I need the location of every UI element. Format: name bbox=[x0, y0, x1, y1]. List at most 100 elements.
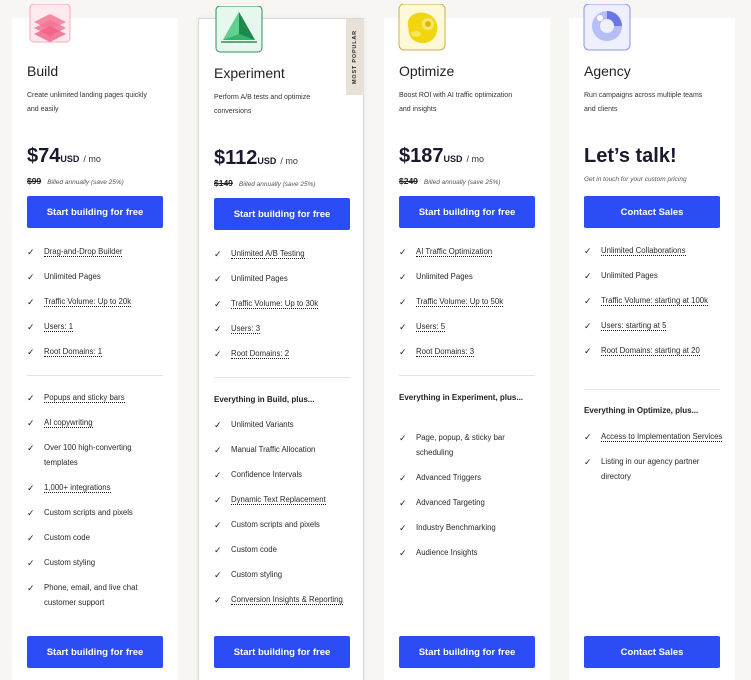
check-icon: ✓ bbox=[399, 297, 407, 307]
check-icon: ✓ bbox=[399, 347, 407, 357]
feature-label: Audience Insights bbox=[416, 548, 478, 557]
feature-item: ✓ Traffic Volume: starting at 100k bbox=[584, 293, 724, 308]
feature-item: ✓ Custom styling bbox=[214, 567, 354, 582]
feature-item: ✓ Custom styling bbox=[27, 555, 167, 570]
check-icon: ✓ bbox=[584, 321, 592, 331]
orbit-icon bbox=[583, 3, 631, 52]
feature-tooltip-link[interactable]: Traffic Volume: Up to 30k bbox=[231, 299, 319, 309]
check-icon: ✓ bbox=[27, 347, 35, 357]
feature-tooltip-link[interactable]: Root Domains: 1 bbox=[44, 347, 103, 357]
check-icon: ✓ bbox=[214, 545, 222, 555]
start-building-button[interactable]: Start building for free bbox=[27, 636, 163, 668]
feature-tooltip-link[interactable]: Access to Implementation Services bbox=[601, 432, 723, 442]
contact-sales-button[interactable]: Contact Sales bbox=[584, 196, 720, 228]
feature-tooltip-link[interactable]: Users: 5 bbox=[416, 322, 446, 332]
feature-label: Industry Benchmarking bbox=[416, 523, 496, 532]
billing-note: Billed annually (save 25%) bbox=[47, 179, 124, 186]
divider bbox=[399, 375, 535, 376]
start-building-button[interactable]: Start building for free bbox=[214, 198, 350, 230]
plan-name: Build bbox=[27, 63, 59, 79]
feature-label: Advanced Triggers bbox=[416, 473, 482, 482]
check-icon: ✓ bbox=[584, 296, 592, 306]
feature-item: ✓ Drag-and-Drop Builder bbox=[27, 244, 167, 259]
feature-item: ✓ Unlimited Pages bbox=[399, 269, 539, 284]
plan-price: $74USD / mo bbox=[27, 145, 101, 168]
start-building-button[interactable]: Start building for free bbox=[399, 196, 535, 228]
feature-tooltip-link[interactable]: Unlimited Collaborations bbox=[601, 246, 686, 256]
plan-description: Create unlimited landing pages quickly a… bbox=[27, 92, 147, 113]
plan-name: Optimize bbox=[399, 63, 455, 79]
feature-label: Advanced Targeting bbox=[416, 498, 485, 507]
feature-tooltip-link[interactable]: AI Traffic Optimization bbox=[416, 247, 493, 257]
feature-tooltip-link[interactable]: Users: 1 bbox=[44, 322, 74, 332]
check-icon: ✓ bbox=[214, 495, 222, 505]
feature-label: Custom code bbox=[231, 545, 277, 554]
feature-item: ✓ Users: 3 bbox=[214, 321, 354, 336]
feature-item: ✓ 1,000+ integrations bbox=[27, 480, 167, 495]
extra-feature-list: ✓ Popups and sticky bars ✓ AI copywriting … bbox=[27, 390, 167, 620]
feature-tooltip-link[interactable]: Root Domains: 2 bbox=[231, 349, 290, 359]
feature-tooltip-link[interactable]: Conversion Insights & Reporting bbox=[231, 595, 343, 605]
feature-tooltip-link[interactable]: Root Domains: starting at 20 bbox=[601, 346, 700, 356]
plan-name: Agency bbox=[584, 63, 631, 79]
feature-item: ✓ Unlimited Pages bbox=[27, 269, 167, 284]
feature-label: Over 100 high-converting templates bbox=[44, 443, 132, 467]
feature-item: ✓ Manual Traffic Allocation bbox=[214, 442, 354, 457]
contact-sales-button[interactable]: Contact Sales bbox=[584, 636, 720, 668]
check-icon: ✓ bbox=[214, 570, 222, 580]
check-icon: ✓ bbox=[214, 349, 222, 359]
feature-item: ✓ Advanced Triggers bbox=[399, 470, 539, 485]
feature-label: Custom scripts and pixels bbox=[231, 520, 320, 529]
feature-tooltip-link[interactable]: Users: starting at 5 bbox=[601, 321, 667, 331]
feature-item: ✓ Root Domains: 3 bbox=[399, 344, 539, 359]
feature-tooltip-link[interactable]: Drag-and-Drop Builder bbox=[44, 247, 123, 257]
feature-item: ✓ Unlimited Variants bbox=[214, 417, 354, 432]
plan-price: $187USD / mo bbox=[399, 145, 484, 168]
feature-tooltip-link[interactable]: Traffic Volume: Up to 50k bbox=[416, 297, 504, 307]
feature-tooltip-link[interactable]: Users: 3 bbox=[231, 324, 261, 334]
feature-tooltip-link[interactable]: Traffic Volume: Up to 20k bbox=[44, 297, 132, 307]
feature-item: ✓ Conversion Insights & Reporting bbox=[214, 592, 354, 607]
check-icon: ✓ bbox=[584, 457, 592, 467]
check-icon: ✓ bbox=[399, 433, 407, 443]
feature-item: ✓ Custom code bbox=[27, 530, 167, 545]
old-price: $249 bbox=[399, 176, 418, 186]
check-icon: ✓ bbox=[214, 299, 222, 309]
feature-tooltip-link[interactable]: Dynamic Text Replacement bbox=[231, 495, 326, 505]
check-icon: ✓ bbox=[27, 483, 35, 493]
feature-label: Page, popup, & sticky bar scheduling bbox=[416, 433, 505, 457]
start-building-button[interactable]: Start building for free bbox=[214, 636, 350, 668]
feature-tooltip-link[interactable]: Traffic Volume: starting at 100k bbox=[601, 296, 709, 306]
feature-label: Phone, email, and live chat customer sup… bbox=[44, 583, 138, 607]
check-icon: ✓ bbox=[27, 272, 35, 282]
feature-item: ✓ Listing in our agency partner directory bbox=[584, 454, 724, 484]
old-price: $99 bbox=[27, 176, 42, 186]
plan-name: Experiment bbox=[214, 65, 285, 81]
layers-icon bbox=[26, 3, 74, 52]
check-icon: ✓ bbox=[214, 249, 222, 259]
target-blob-icon bbox=[398, 3, 446, 52]
feature-tooltip-link[interactable]: AI copywriting bbox=[44, 418, 93, 428]
feature-item: ✓ Root Domains: starting at 20 bbox=[584, 343, 724, 358]
feature-item: ✓ Custom scripts and pixels bbox=[27, 505, 167, 520]
start-building-button[interactable]: Start building for free bbox=[27, 196, 163, 228]
feature-item: ✓ Users: 5 bbox=[399, 319, 539, 334]
start-building-button[interactable]: Start building for free bbox=[399, 636, 535, 668]
extra-feature-list: ✓ Access to Implementation Services ✓ List… bbox=[584, 429, 724, 494]
feature-label: Unlimited Pages bbox=[231, 274, 288, 283]
check-icon: ✓ bbox=[27, 297, 35, 307]
feature-label: Unlimited Pages bbox=[44, 272, 101, 281]
feature-item: ✓ Advanced Targeting bbox=[399, 495, 539, 510]
feature-item: ✓ Traffic Volume: Up to 50k bbox=[399, 294, 539, 309]
check-icon: ✓ bbox=[27, 508, 35, 518]
feature-item: ✓ Traffic Volume: Up to 30k bbox=[214, 296, 354, 311]
extra-feature-list: ✓ Unlimited Variants ✓ Manual Traffic Allo… bbox=[214, 417, 354, 617]
feature-tooltip-link[interactable]: 1,000+ integrations bbox=[44, 483, 111, 493]
price-period: / mo bbox=[466, 154, 485, 164]
check-icon: ✓ bbox=[399, 523, 407, 533]
price-currency: USD bbox=[257, 156, 277, 166]
feature-tooltip-link[interactable]: Popups and sticky bars bbox=[44, 393, 125, 403]
feature-tooltip-link[interactable]: Root Domains: 3 bbox=[416, 347, 475, 357]
check-icon: ✓ bbox=[27, 418, 35, 428]
feature-tooltip-link[interactable]: Unlimited A/B Testing bbox=[231, 249, 305, 259]
